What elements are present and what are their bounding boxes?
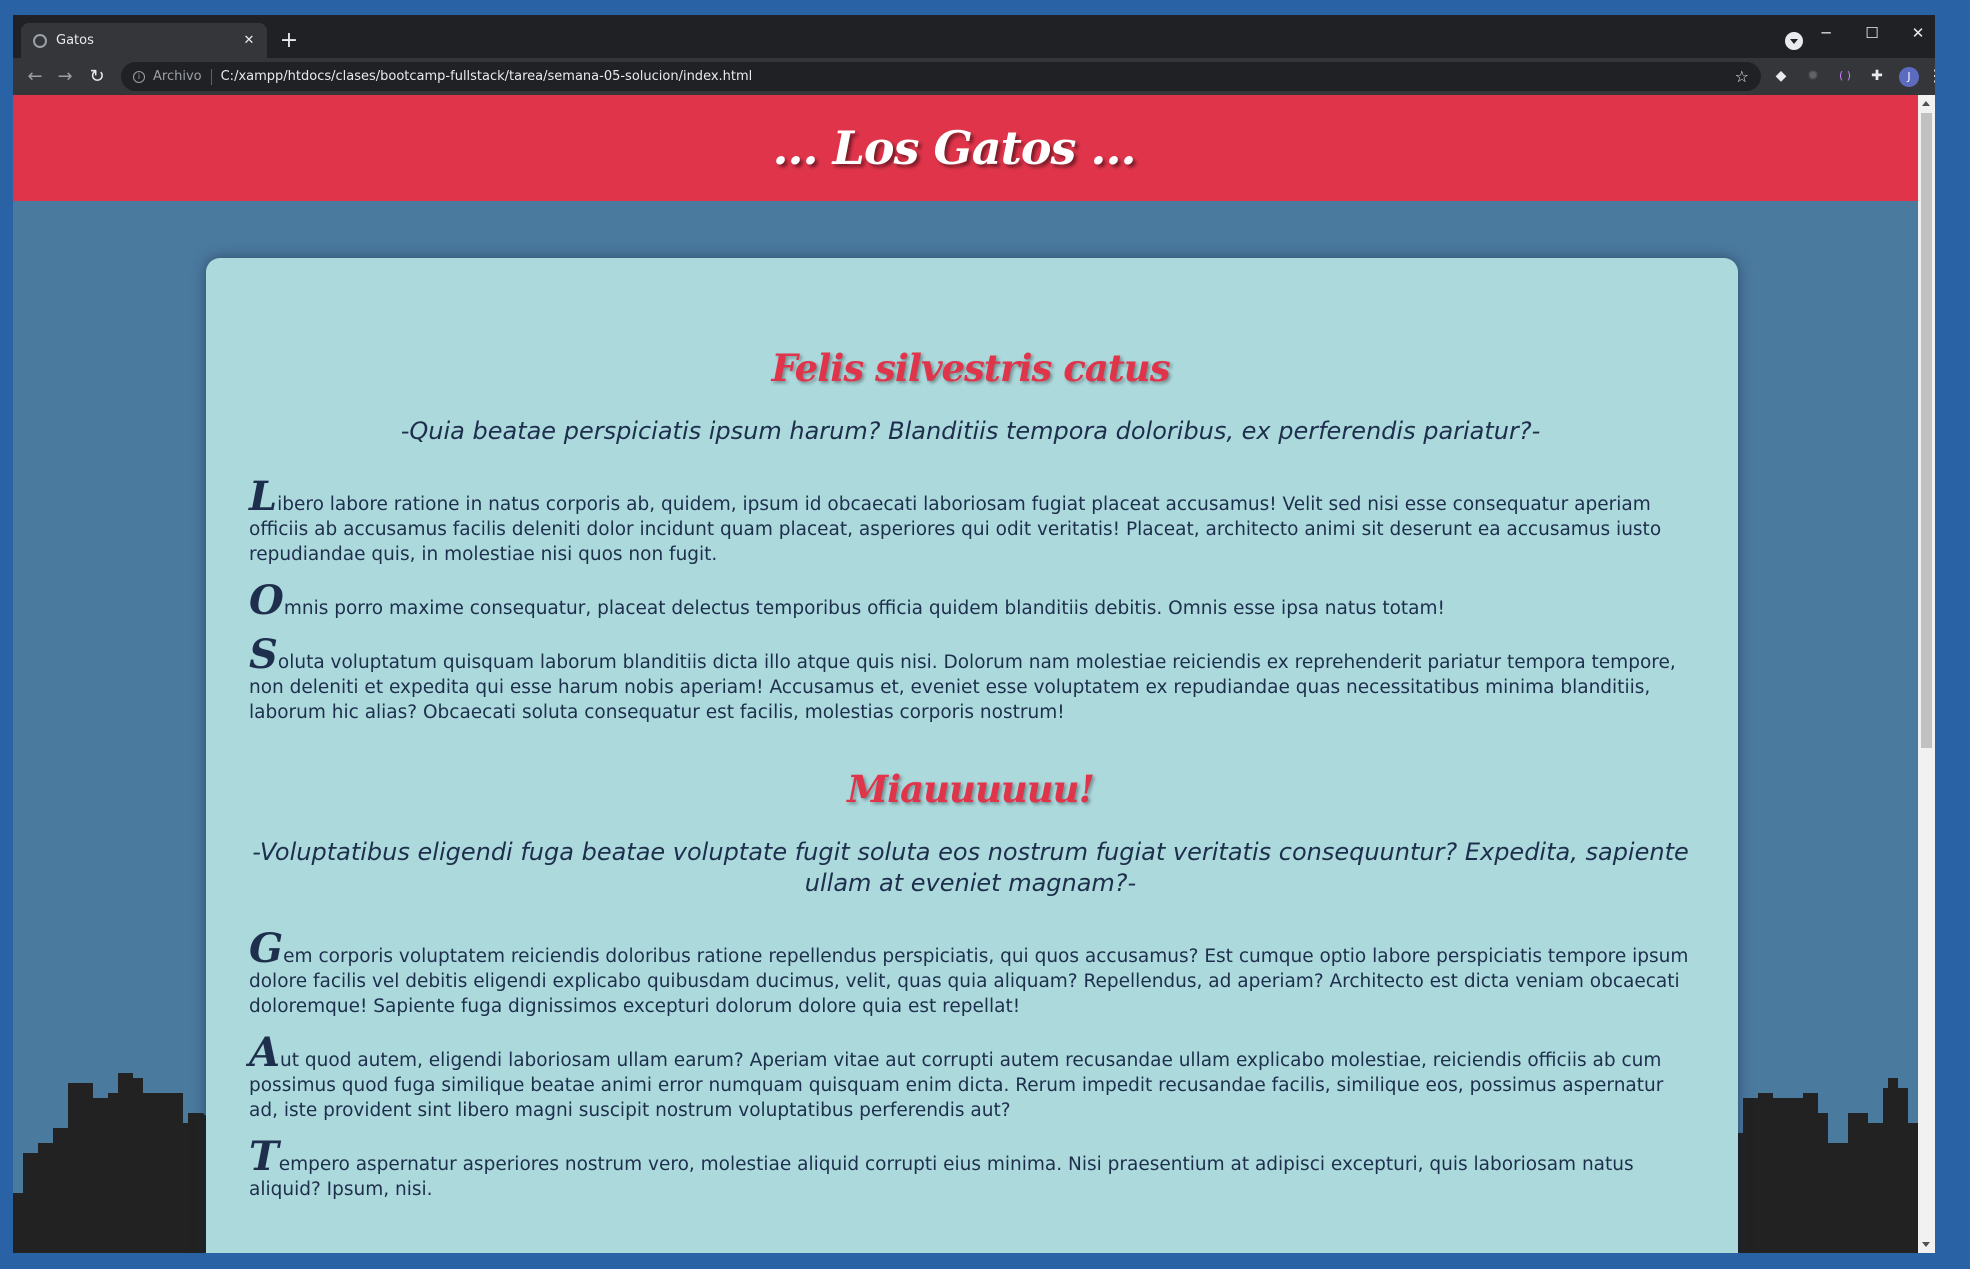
minimize-button[interactable]: ─ [1803,19,1849,47]
paragraph-text: ibero labore ratione in natus corporis a… [249,494,1662,565]
omnibox-divider [210,68,212,85]
site-header: ... Los Gatos ... [13,95,1935,201]
tab-strip: Gatos ✕ + ─ ☐ ✕ [13,15,1935,58]
tab-search-icon[interactable] [1785,32,1803,50]
tab-title: Gatos [56,33,94,48]
browser-toolbar: ← → ↻ i Archivo C:/xampp/htdocs/clases/b… [13,58,1935,95]
extension-gear-icon[interactable]: ✹ [1803,66,1823,86]
content-card: Felis silvestris catus -Quia beatae pers… [206,258,1738,1253]
extension-brackets-icon[interactable]: ( ) [1835,66,1855,86]
paragraph: Omnis porro maxime consequatur, placeat … [249,581,1692,621]
scroll-down-arrow-icon[interactable] [1922,1242,1930,1247]
extension-bird-icon[interactable]: ◆ [1771,66,1791,86]
scheme-label: Archivo [153,69,202,84]
paragraph-text: mnis porro maxime consequatur, placeat d… [283,598,1445,619]
paragraph: Gem corporis voluptatem reiciendis dolor… [249,929,1692,1019]
url-text[interactable]: C:/xampp/htdocs/clases/bootcamp-fullstac… [221,69,1735,84]
paragraph: Soluta voluptatum quisquam laborum bland… [249,635,1692,725]
paragraph-text: oluta voluptatum quisquam laborum blandi… [249,652,1676,723]
new-tab-button[interactable]: + [275,27,303,55]
section-title: Felis silvestris catus [771,346,1170,390]
tab-gatos[interactable]: Gatos ✕ [21,23,267,58]
close-tab-icon[interactable]: ✕ [239,33,259,48]
browser-window: Gatos ✕ + ─ ☐ ✕ ← → ↻ i Archivo C:/xampp… [13,15,1935,1253]
maximize-button[interactable]: ☐ [1849,19,1895,47]
drop-cap: G [249,925,284,972]
site-title: ... Los Gatos ... [772,121,1137,175]
more-menu-icon[interactable]: ⋮ [1927,66,1935,86]
drop-cap: S [249,631,278,678]
globe-icon [33,33,47,48]
scroll-up-arrow-icon[interactable] [1922,101,1930,106]
page-viewport: ... Los Gatos ... Felis silvestris catus… [13,95,1935,1253]
paragraph-text: ut quod autem, eligendi laboriosam ullam… [249,1050,1664,1121]
section-title: Miauuuuuu! [847,767,1095,811]
forward-arrow-icon[interactable]: → [51,63,79,91]
back-arrow-icon[interactable]: ← [21,63,49,91]
reload-icon[interactable]: ↻ [83,63,111,91]
vertical-scrollbar[interactable] [1918,95,1935,1253]
drop-cap: T [249,1133,279,1180]
extensions-puzzle-icon[interactable]: ✚ [1867,66,1887,86]
info-icon[interactable]: i [133,70,145,83]
profile-avatar[interactable]: J [1899,67,1919,87]
paragraph: Libero labore ratione in natus corporis … [249,477,1692,567]
section-subtitle: -Voluptatibus eligendi fuga beatae volup… [252,838,1689,897]
section-miau: Miauuuuuu! -Voluptatibus eligendi fuga b… [249,767,1692,1202]
paragraph: Tempero aspernatur asperiores nostrum ve… [249,1137,1692,1202]
address-bar[interactable]: i Archivo C:/xampp/htdocs/clases/bootcam… [121,62,1761,91]
section-subtitle: -Quia beatae perspiciatis ipsum harum? B… [400,417,1541,445]
close-window-button[interactable]: ✕ [1895,19,1935,47]
paragraph-text: empero aspernatur asperiores nostrum ver… [249,1154,1634,1200]
paragraph: Aut quod autem, eligendi laboriosam ulla… [249,1033,1692,1123]
paragraph-text: em corporis voluptatem reiciendis dolori… [249,946,1689,1017]
drop-cap: L [249,473,278,520]
drop-cap: O [249,577,284,624]
bookmark-star-icon[interactable]: ☆ [1735,67,1749,86]
section-felis: Felis silvestris catus -Quia beatae pers… [249,346,1692,725]
drop-cap: A [249,1029,281,1076]
scroll-thumb[interactable] [1921,113,1932,748]
